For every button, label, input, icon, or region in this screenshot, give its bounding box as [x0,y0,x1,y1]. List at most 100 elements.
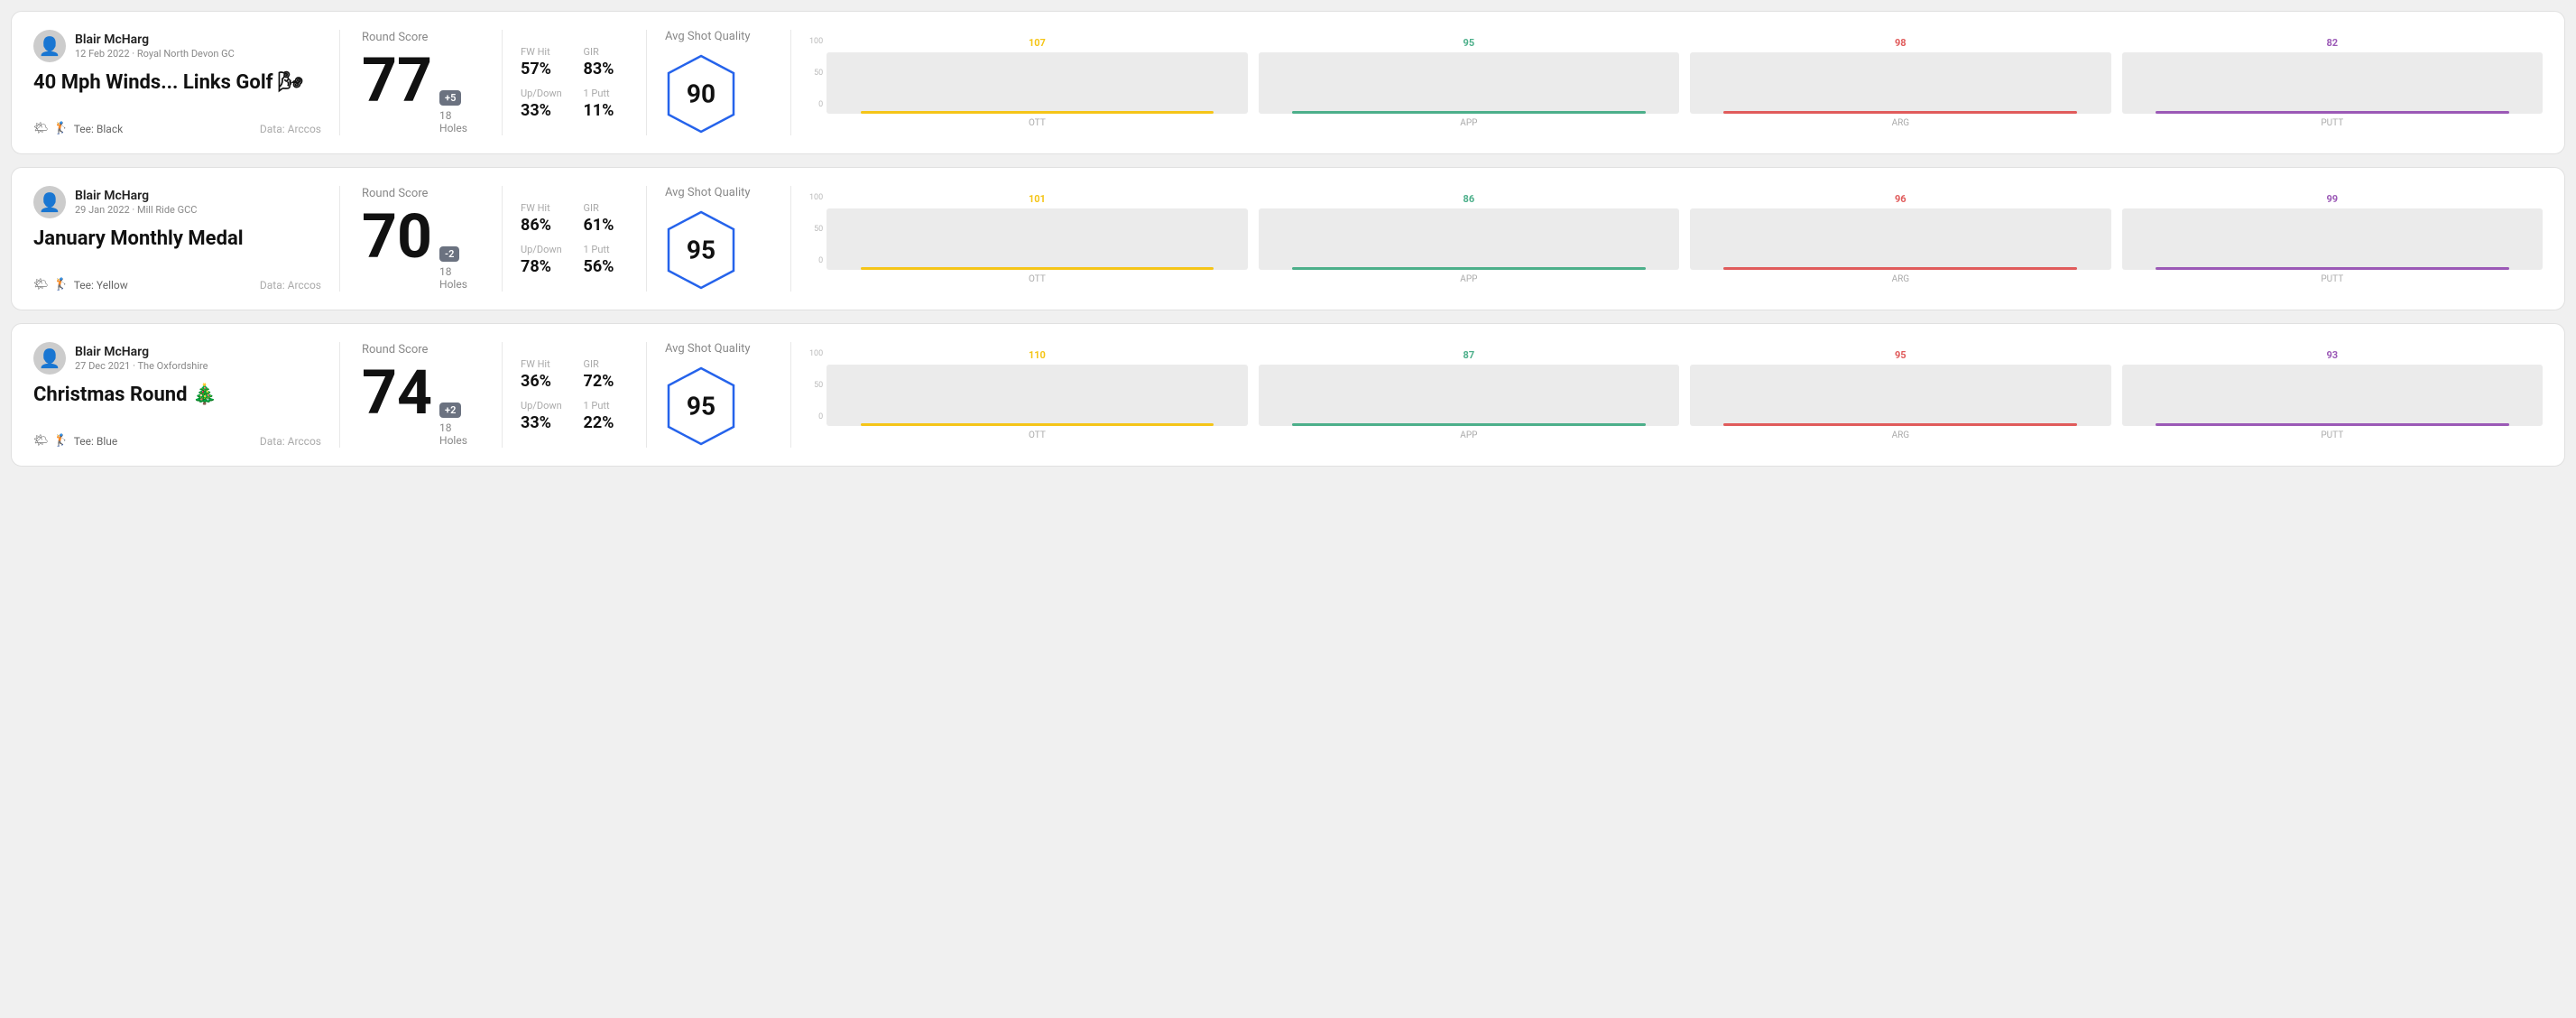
stat-item-gir: GIR 83% [584,46,629,79]
quality-section: Avg Shot Quality 95 [647,342,791,448]
holes-label: 18 Holes [439,265,480,291]
holes-label: 18 Holes [439,421,480,447]
quality-section: Avg Shot Quality 95 [647,186,791,292]
hexagon-container: 95 [665,208,737,292]
round-info-section: 👤 Blair McHarg 12 Feb 2022 · Royal North… [33,30,340,135]
bar-chart: 100 50 0 101 OTT 86 APP 96 [809,193,2543,284]
bar-col-putt: 93 PUTT [2122,349,2543,440]
y-axis: 100 50 0 [809,193,826,265]
stat-value: 33% [521,413,566,432]
tee-label: Tee: Black [74,123,123,135]
bar-col-arg: 96 ARG [1690,193,2110,284]
stat-item-up-down: Up/Down 78% [521,244,566,276]
stat-label: Up/Down [521,244,566,255]
round-title: January Monthly Medal [33,227,321,251]
user-info: Blair McHarg 12 Feb 2022 · Royal North D… [75,32,235,60]
user-meta: 27 Dec 2021 · The Oxfordshire [75,360,208,372]
stat-label: GIR [584,358,629,370]
user-meta: 29 Jan 2022 · Mill Ride GCC [75,204,197,216]
bar-col-ott: 107 OTT [826,37,1247,128]
score-diff-badge: +2 [439,403,461,418]
stat-label: 1 Putt [584,88,629,99]
golf-bag-icon: 🏌 [54,278,69,292]
score-diff-badge: -2 [439,246,459,262]
stat-label: GIR [584,46,629,58]
stat-item---putt: 1 Putt 11% [584,88,629,120]
chart-section: 100 50 0 101 OTT 86 APP 96 [791,186,2543,292]
bar-col-arg: 95 ARG [1690,349,2110,440]
user-row: 👤 Blair McHarg 12 Feb 2022 · Royal North… [33,30,321,62]
stat-item-gir: GIR 72% [584,358,629,391]
stat-label: FW Hit [521,46,566,58]
stat-value: 22% [584,413,629,432]
score-number: 77 [362,50,432,111]
score-section: Round Score 70 -2 18 Holes [340,186,503,292]
score-label: Round Score [362,343,480,356]
quality-score: 95 [687,236,716,265]
stat-value: 61% [584,216,629,235]
user-name: Blair McHarg [75,345,208,359]
avatar: 👤 [33,30,66,62]
stats-section: FW Hit 86% GIR 61% Up/Down 78% 1 Putt 56… [503,186,647,292]
stat-value: 57% [521,60,566,79]
stat-item---putt: 1 Putt 22% [584,400,629,432]
stat-value: 86% [521,216,566,235]
user-icon: 👤 [39,35,61,57]
stats-grid: FW Hit 86% GIR 61% Up/Down 78% 1 Putt 56… [521,202,628,276]
y-axis: 100 50 0 [809,37,826,109]
user-icon: 👤 [39,191,61,213]
bar-chart: 100 50 0 110 OTT 87 APP 95 [809,349,2543,440]
score-label: Round Score [362,187,480,200]
stat-item-fw-hit: FW Hit 86% [521,202,566,235]
stats-grid: FW Hit 57% GIR 83% Up/Down 33% 1 Putt 11… [521,46,628,120]
stat-value: 83% [584,60,629,79]
tee-info: 🌤 🏌 Tee: Blue [33,434,117,448]
round-card-3: 👤 Blair McHarg 27 Dec 2021 · The Oxfords… [11,323,2565,467]
bar-col-putt: 82 PUTT [2122,37,2543,128]
avatar: 👤 [33,342,66,375]
score-section: Round Score 74 +2 18 Holes [340,342,503,448]
bar-col-ott: 110 OTT [826,349,1247,440]
data-source: Data: Arccos [260,123,321,135]
score-main: 74 +2 18 Holes [362,362,480,447]
bar-chart: 100 50 0 107 OTT 95 APP 98 [809,37,2543,128]
stat-value: 33% [521,101,566,120]
stat-label: 1 Putt [584,400,629,412]
stat-item-up-down: Up/Down 33% [521,400,566,432]
bar-col-app: 87 APP [1259,349,1679,440]
holes-label: 18 Holes [439,109,480,134]
golf-bag-icon: 🏌 [54,434,69,448]
stat-value: 56% [584,257,629,276]
score-number: 70 [362,206,432,267]
score-diff-badge: +5 [439,90,461,106]
round-title: Christmas Round 🎄 [33,384,321,407]
tee-info: 🌤 🏌 Tee: Yellow [33,278,128,292]
bar-col-putt: 99 PUTT [2122,193,2543,284]
user-row: 👤 Blair McHarg 27 Dec 2021 · The Oxfords… [33,342,321,375]
golf-bag-icon: 🏌 [54,122,69,135]
weather-icon: 🌤 [33,122,49,135]
score-badge-group: -2 18 Holes [439,246,480,291]
stat-item-fw-hit: FW Hit 36% [521,358,566,391]
score-badge-group: +5 18 Holes [439,90,480,134]
avatar: 👤 [33,186,66,218]
round-info-section: 👤 Blair McHarg 27 Dec 2021 · The Oxfords… [33,342,340,448]
stats-grid: FW Hit 36% GIR 72% Up/Down 33% 1 Putt 22… [521,358,628,432]
quality-section: Avg Shot Quality 90 [647,30,791,135]
hexagon-container: 95 [665,365,737,448]
user-info: Blair McHarg 27 Dec 2021 · The Oxfordshi… [75,345,208,372]
y-axis: 100 50 0 [809,349,826,421]
round-info-section: 👤 Blair McHarg 29 Jan 2022 · Mill Ride G… [33,186,340,292]
round-title: 40 Mph Winds... Links Golf 🌬 [33,71,321,95]
stats-section: FW Hit 57% GIR 83% Up/Down 33% 1 Putt 11… [503,30,647,135]
quality-score: 90 [687,79,716,109]
stat-label: Up/Down [521,88,566,99]
stat-value: 36% [521,372,566,391]
quality-score: 95 [687,392,716,421]
quality-label: Avg Shot Quality [665,342,751,356]
stat-label: FW Hit [521,202,566,214]
data-source: Data: Arccos [260,279,321,292]
stat-label: 1 Putt [584,244,629,255]
bar-col-arg: 98 ARG [1690,37,2110,128]
score-main: 70 -2 18 Holes [362,206,480,291]
